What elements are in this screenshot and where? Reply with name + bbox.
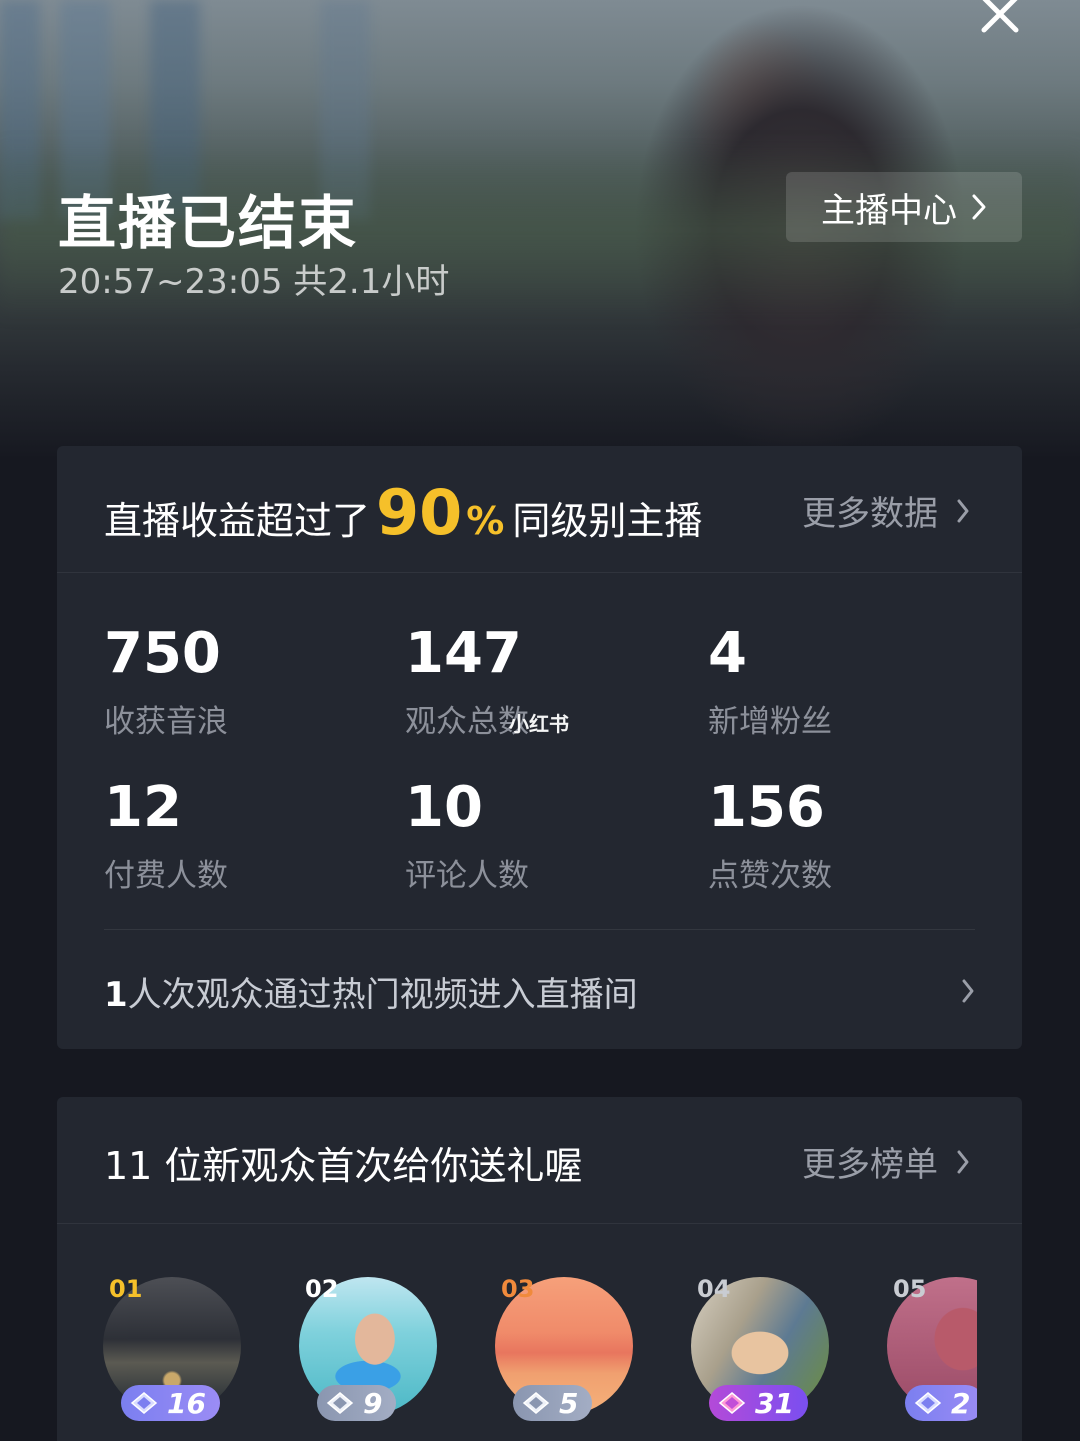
donor-item[interactable]: 05 2 (887, 1275, 977, 1441)
donor-rank: 03 (501, 1275, 535, 1303)
chevron-right-icon (972, 194, 986, 220)
stat-sound-waves: 750 收获音浪 (104, 626, 228, 741)
diamond-icon (130, 1392, 158, 1414)
stat-value: 4 (708, 621, 747, 686)
stat-label: 新增粉丝 (708, 704, 832, 740)
gift-count-badge: 9 (317, 1385, 397, 1421)
gift-count-badge: 5 (513, 1385, 593, 1421)
new-gifters-card: 11 位新观众首次给你送礼喔 更多榜单 01 16 02 9 03 5 04 3… (57, 1097, 1022, 1441)
diamond-icon (718, 1392, 746, 1414)
live-duration: 20:57~23:05 共2.1小时 (58, 262, 450, 302)
donor-item[interactable]: 04 31 (691, 1275, 851, 1441)
new-gifters-header: 11 位新观众首次给你送礼喔 更多榜单 (57, 1097, 1022, 1224)
stat-paying-users: 12 付费人数 (104, 780, 228, 895)
donor-rank: 05 (893, 1275, 927, 1303)
hot-video-count: 1 (104, 974, 128, 1015)
stat-likes: 156 点赞次数 (708, 780, 832, 895)
more-ranking-link[interactable]: 更多榜单 (802, 1137, 970, 1186)
gift-count: 5 (559, 1386, 579, 1420)
stat-label: 付费人数 (104, 858, 228, 894)
stat-new-fans: 4 新增粉丝 (708, 626, 832, 741)
new-gifters-title: 11 位新观众首次给你送礼喔 (104, 1144, 583, 1188)
revenue-header: 直播收益超过了 90 % 同级别主播 更多数据 (57, 446, 1022, 573)
stat-value: 147 (405, 621, 522, 686)
donor-rank: 01 (109, 1275, 143, 1303)
stat-label: 点赞次数 (708, 858, 832, 894)
gift-count: 31 (755, 1386, 794, 1420)
gift-count-badge: 31 (709, 1385, 808, 1421)
more-ranking-label: 更多榜单 (802, 1145, 938, 1185)
gift-count: 16 (167, 1386, 206, 1420)
donor-item[interactable]: 01 16 (103, 1275, 263, 1441)
revenue-comparison: 直播收益超过了 90 % 同级别主播 (104, 476, 702, 549)
more-data-link[interactable]: 更多数据 (802, 486, 970, 535)
chevron-right-icon (957, 499, 969, 522)
hot-video-entry-row[interactable]: 1人次观众通过热门视频进入直播间 (104, 956, 975, 1026)
diamond-icon (326, 1392, 354, 1414)
donor-list: 01 16 02 9 03 5 04 31 05 2 (103, 1275, 977, 1441)
diamond-icon (522, 1392, 550, 1414)
donor-rank: 02 (305, 1275, 339, 1303)
stat-value: 750 (104, 621, 221, 686)
xiaohongshu-watermark: 小红书 (509, 712, 569, 736)
donor-item[interactable]: 02 9 (299, 1275, 459, 1441)
gift-count-badge: 2 (905, 1385, 977, 1421)
page-title: 直播已结束 (58, 189, 359, 257)
revenue-percent: 90 (376, 476, 463, 549)
revenue-prefix: 直播收益超过了 (104, 499, 371, 543)
chevron-right-icon (962, 979, 974, 1003)
gift-count: 9 (363, 1386, 383, 1420)
anchor-center-button[interactable]: 主播中心 (786, 172, 1022, 242)
donor-item[interactable]: 03 5 (495, 1275, 655, 1441)
gift-count-badge: 16 (121, 1385, 220, 1421)
stat-label: 评论人数 (405, 858, 529, 894)
hot-video-text: 1人次观众通过热门视频进入直播间 (104, 967, 638, 1016)
stat-value: 10 (405, 775, 483, 840)
live-summary-card: 直播收益超过了 90 % 同级别主播 更多数据 750 收获音浪 147 观众总… (57, 446, 1022, 1049)
chevron-right-icon (957, 1150, 969, 1173)
anchor-center-label: 主播中心 (821, 190, 957, 231)
stat-value: 156 (708, 775, 825, 840)
stat-commenters: 10 评论人数 (405, 780, 529, 895)
donor-rank: 04 (697, 1275, 731, 1303)
more-data-label: 更多数据 (802, 494, 938, 534)
revenue-percent-sign: % (466, 499, 505, 543)
revenue-suffix: 同级别主播 (512, 499, 703, 543)
gift-count: 2 (951, 1386, 971, 1420)
diamond-icon (914, 1392, 942, 1414)
stat-value: 12 (104, 775, 182, 840)
divider (104, 929, 975, 930)
stat-label: 收获音浪 (104, 704, 228, 740)
close-icon[interactable] (978, 0, 1022, 36)
hot-video-label: 人次观众通过热门视频进入直播间 (127, 974, 638, 1015)
